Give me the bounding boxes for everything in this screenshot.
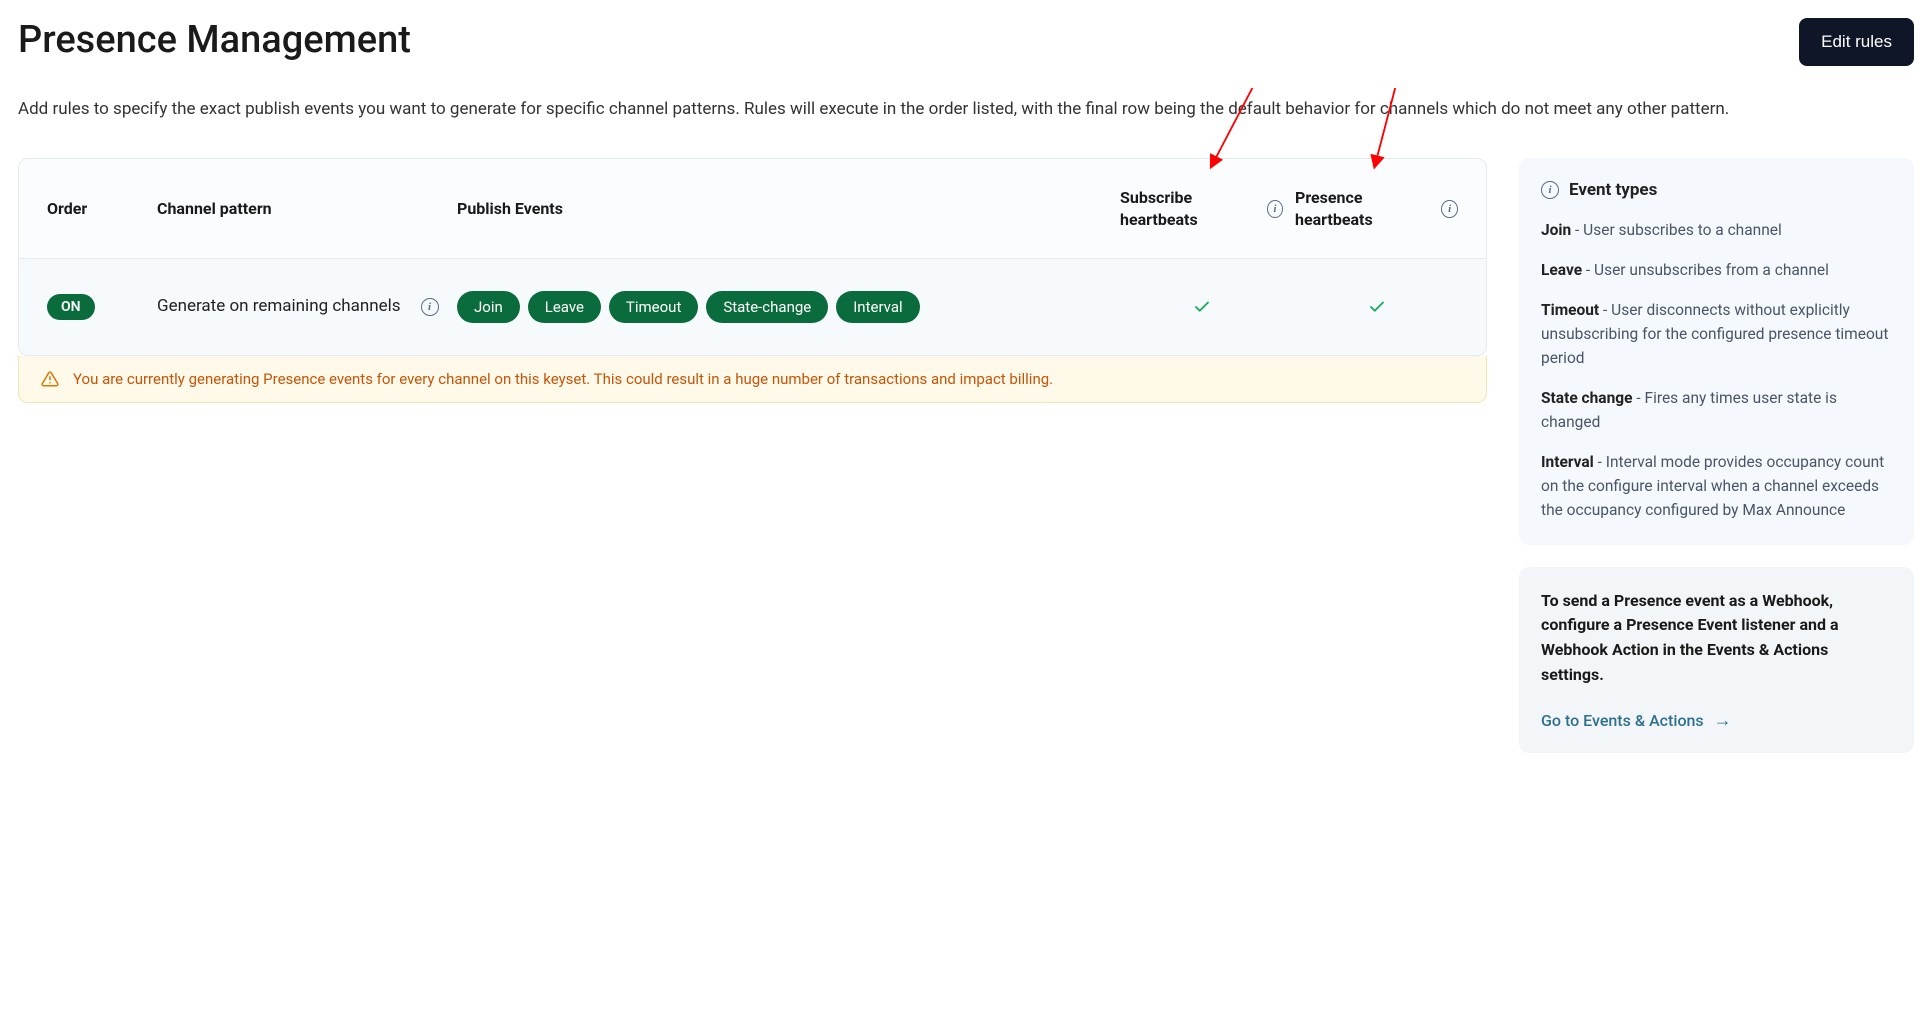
event-pill-interval: Interval [836, 291, 919, 323]
cell-presence-heartbeats [1289, 288, 1464, 326]
check-icon [1193, 298, 1211, 316]
info-icon[interactable]: i [1441, 200, 1458, 218]
event-pill-join: Join [457, 291, 520, 323]
event-def-timeout: Timeout - User disconnects without expli… [1541, 298, 1892, 370]
rules-table: Order Channel pattern Publish Events Sub… [18, 158, 1487, 356]
goto-events-actions-link[interactable]: Go to Events & Actions → [1541, 710, 1732, 731]
channel-pattern-text: Generate on remaining channels [157, 295, 401, 319]
event-pill-leave: Leave [528, 291, 601, 323]
event-def-state-change: State change - Fires any times user stat… [1541, 386, 1892, 434]
event-def-interval: Interval - Interval mode provides occupa… [1541, 450, 1892, 522]
table-header-row: Order Channel pattern Publish Events Sub… [19, 159, 1486, 259]
info-icon: i [1541, 181, 1559, 199]
event-pill-timeout: Timeout [609, 291, 698, 323]
table-row: ON Generate on remaining channels i Join… [19, 259, 1486, 355]
event-types-panel: i Event types Join - User subscribes to … [1519, 158, 1914, 544]
event-pill-state-change: State-change [706, 291, 828, 323]
page-description: Add rules to specify the exact publish e… [18, 96, 1914, 122]
th-subscribe-heartbeats: Subscribe heartbeats i [1114, 177, 1289, 240]
th-order: Order [41, 189, 151, 228]
warning-text: You are currently generating Presence ev… [73, 370, 1053, 388]
info-icon[interactable]: i [421, 298, 439, 316]
warning-icon [41, 370, 59, 388]
webhook-note: To send a Presence event as a Webhook, c… [1541, 589, 1892, 688]
th-publish-events: Publish Events [451, 189, 1114, 228]
webhook-panel: To send a Presence event as a Webhook, c… [1519, 567, 1914, 753]
th-subscribe-heartbeats-label: Subscribe heartbeats [1120, 187, 1257, 230]
event-def-leave: Leave - User unsubscribes from a channel [1541, 258, 1892, 282]
th-presence-heartbeats: Presence heartbeats i [1289, 177, 1464, 240]
cell-publish-events: Join Leave Timeout State-change Interval [451, 281, 1114, 333]
cell-order: ON [41, 284, 151, 330]
goto-link-label: Go to Events & Actions [1541, 711, 1704, 730]
on-badge: ON [47, 294, 95, 320]
event-def-join: Join - User subscribes to a channel [1541, 218, 1892, 242]
info-icon[interactable]: i [1267, 200, 1283, 218]
edit-rules-button[interactable]: Edit rules [1799, 18, 1914, 66]
th-channel-pattern: Channel pattern [151, 189, 451, 228]
cell-channel-pattern: Generate on remaining channels i [151, 285, 451, 329]
cell-subscribe-heartbeats [1114, 288, 1289, 326]
event-types-title: Event types [1569, 180, 1657, 200]
warning-banner: You are currently generating Presence ev… [18, 356, 1487, 403]
page-title: Presence Management [18, 18, 411, 62]
check-icon [1368, 298, 1386, 316]
th-presence-heartbeats-label: Presence heartbeats [1295, 187, 1431, 230]
arrow-right-icon: → [1714, 710, 1732, 731]
